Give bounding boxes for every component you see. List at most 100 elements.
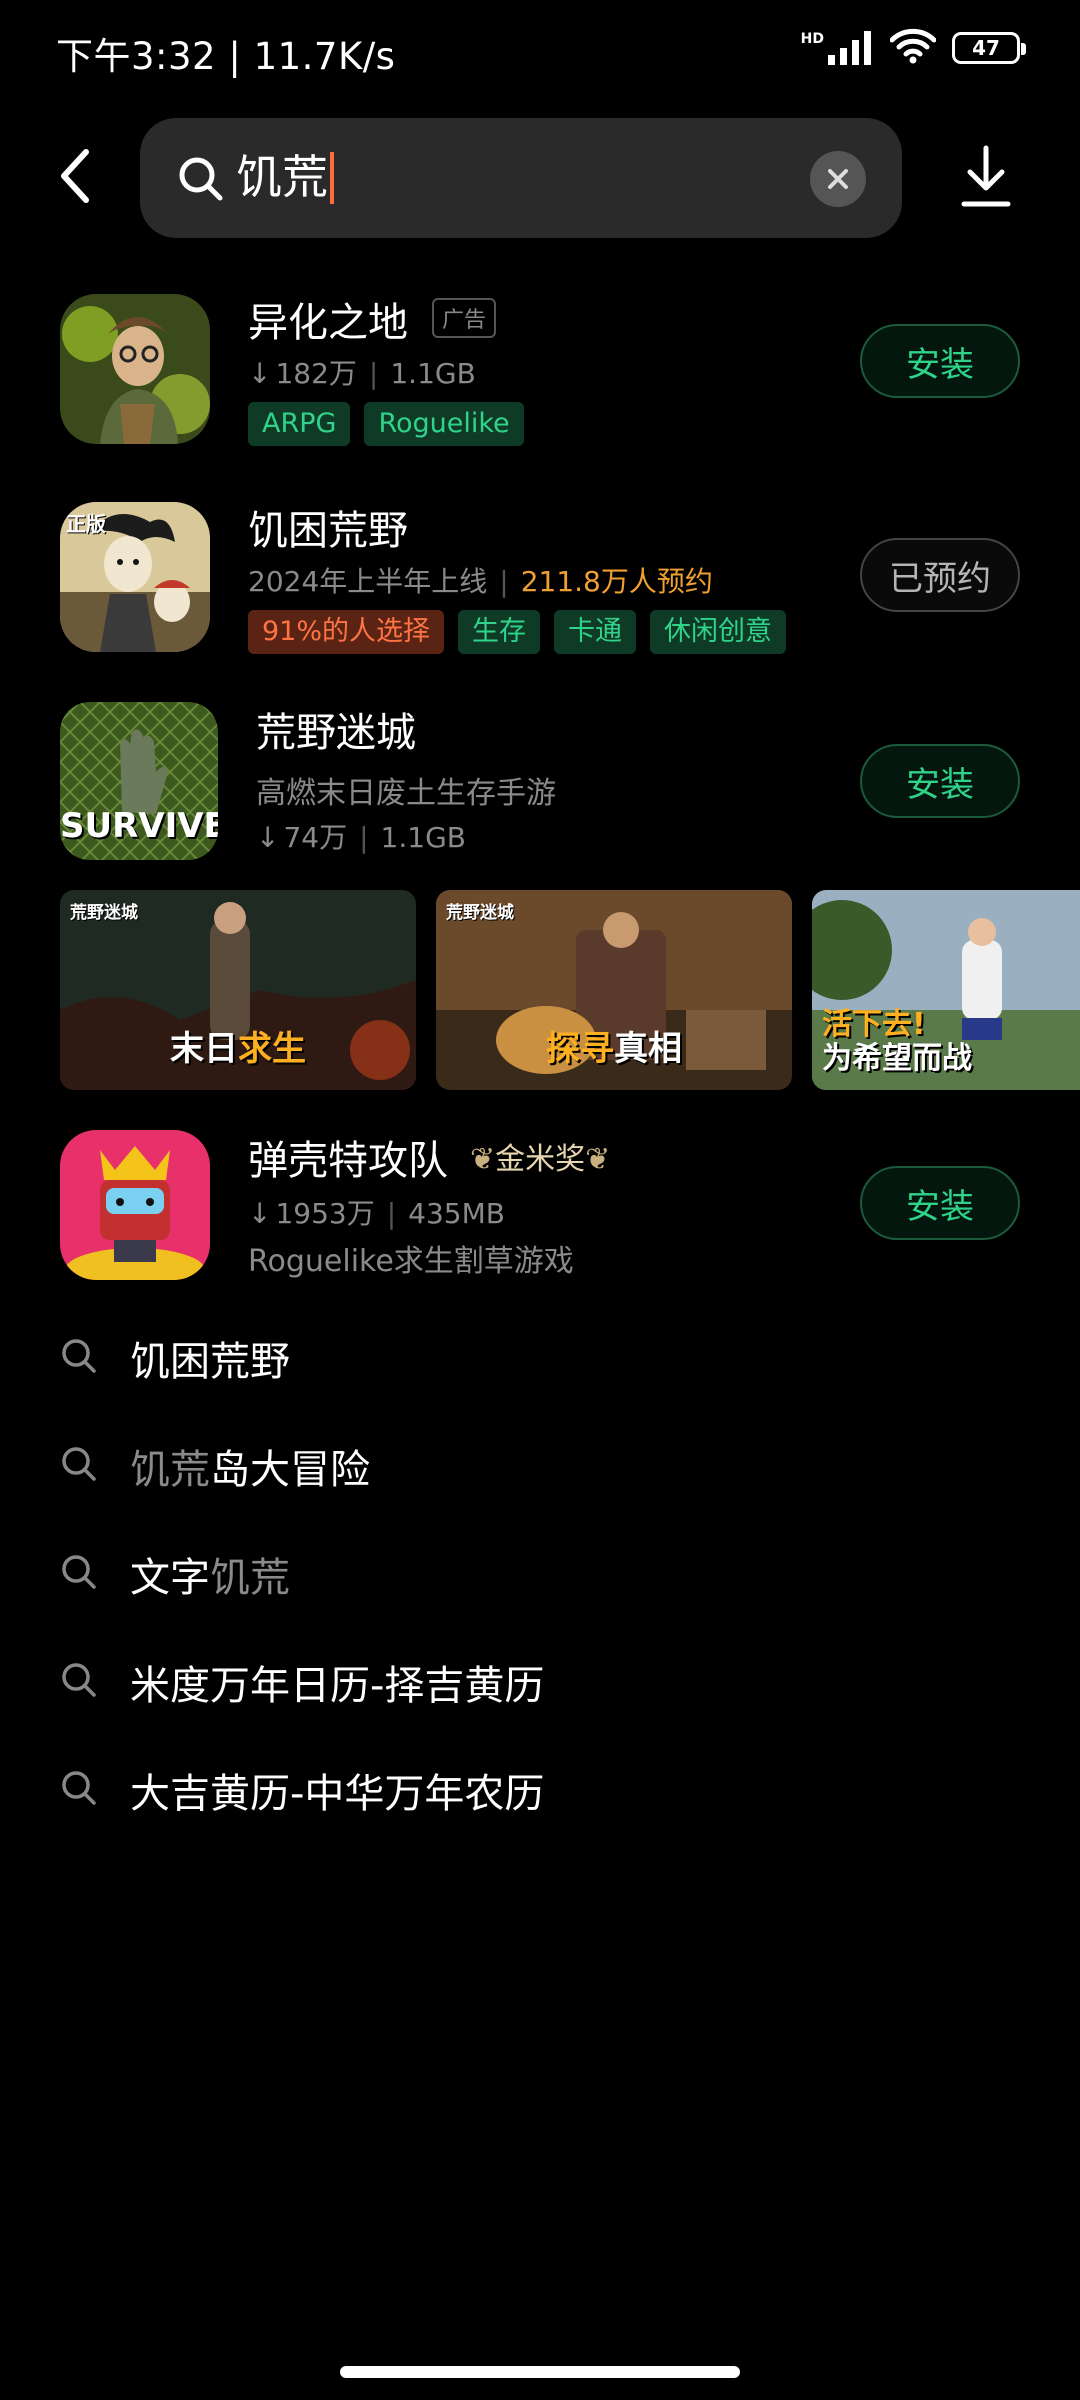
search-suggestion[interactable]: 大吉黄历-中华万年农历 — [0, 1737, 1080, 1837]
search-query: 饥荒 — [236, 146, 334, 208]
install-button[interactable]: 安装 — [860, 1166, 1020, 1240]
reserved-button[interactable]: 已预约 — [860, 538, 1020, 612]
wifi-icon — [889, 28, 937, 68]
download-count-icon: ↓ — [248, 1197, 272, 1230]
app-item[interactable]: 弹壳特攻队 ❦金米奖❦ ↓ 1953万 | 435MB Roguelike求生割草游戏… — [0, 1128, 1080, 1288]
caption-highlight: 探寻 — [546, 1029, 614, 1069]
suggestion-text: 饥荒岛大冒险 — [130, 1437, 370, 1495]
chevron-left-icon — [61, 149, 89, 203]
reservation-count: 211.8万人预约 — [520, 565, 713, 598]
suggestion-text: 米度万年日历-择吉黄历 — [130, 1663, 545, 1709]
app-size: 1.1GB — [390, 357, 476, 390]
close-icon — [828, 169, 848, 189]
status-bar: 下午3:32 | 11.7K/s HD 47 — [0, 0, 1080, 100]
screenshot-caption: 末日求生 — [60, 1021, 416, 1070]
search-suggestion[interactable]: 饥荒岛大冒险 — [0, 1413, 1080, 1513]
search-suggestion[interactable]: 文字饥荒 — [0, 1521, 1080, 1621]
suggestion-match: 饥 — [130, 1339, 170, 1385]
search-icon — [62, 1663, 96, 1697]
app-item[interactable]: SURVIVE 荒野迷城 高燃末日废土生存手游 ↓ 74万 | 1.1GB 安装 — [0, 700, 1080, 860]
suggestion-text: 饥困荒野 — [130, 1329, 290, 1387]
search-icon — [62, 1339, 96, 1373]
back-button[interactable] — [52, 146, 100, 206]
app-name: 弹壳特攻队 — [248, 1138, 448, 1184]
tag[interactable]: 卡通 — [554, 610, 637, 654]
app-size: 435MB — [408, 1197, 505, 1230]
screenshot-caption: 探寻真相 — [436, 1021, 792, 1070]
download-manager-button[interactable] — [958, 144, 1014, 210]
suggestion-prefix: 文字 — [130, 1555, 210, 1601]
app-icon: SURVIVE — [60, 702, 218, 860]
tag-list: 91%的人选择 生存 卡通 休闲创意 — [248, 610, 787, 654]
home-indicator[interactable] — [340, 2366, 740, 2378]
meta-separator: | — [499, 565, 509, 598]
award-label: 金米奖 — [495, 1142, 586, 1177]
hd-signal-icon: HD — [801, 31, 874, 65]
tag[interactable]: ARPG — [248, 402, 351, 446]
app-icon: 正版 — [60, 502, 210, 652]
app-name: 异化之地 — [248, 300, 408, 346]
laurel-right-icon: ❦ — [585, 1142, 611, 1177]
caption-part: 真相 — [614, 1029, 682, 1069]
screenshot[interactable]: 荒野迷城 探寻真相 — [436, 890, 792, 1090]
icon-text: SURVIVE — [60, 806, 218, 846]
download-count-icon: ↓ — [256, 821, 280, 854]
app-description: 高燃末日废土生存手游 — [256, 776, 556, 811]
screenshot[interactable]: 活下去! 为希望而战 — [812, 890, 1080, 1090]
screenshot-logo: 荒野迷城 — [70, 903, 138, 923]
app-meta: ↓ 182万 | 1.1GB — [248, 352, 476, 392]
app-meta: ↓ 74万 | 1.1GB — [256, 816, 466, 856]
status-icons: HD 47 — [801, 28, 1026, 68]
search-query-text: 饥荒 — [236, 150, 328, 204]
search-input[interactable]: 饥荒 — [140, 118, 902, 238]
meta-separator: | — [386, 1197, 397, 1230]
text-caret — [330, 151, 334, 204]
release-date: 2024年上半年上线 — [248, 565, 488, 598]
suggestion-text: 文字饥荒 — [130, 1545, 290, 1603]
screenshot-logo: 荒野迷城 — [446, 903, 514, 923]
download-count: 74万 — [283, 821, 348, 854]
install-button[interactable]: 安装 — [860, 744, 1020, 818]
screenshot-caption: 活下去! 为希望而战 — [812, 1008, 1080, 1076]
suggestion-rest: 困荒野 — [170, 1339, 290, 1385]
app-icon — [60, 1130, 210, 1280]
caption-highlight: 求生 — [238, 1029, 306, 1069]
suggestion-match: 饥荒 — [130, 1447, 210, 1493]
search-suggestion[interactable]: 米度万年日历-择吉黄历 — [0, 1629, 1080, 1729]
ad-badge: 广告 — [432, 298, 497, 338]
status-time-speed: 下午3:32 | 11.7K/s — [56, 35, 396, 78]
caption-highlight: 活下去! — [822, 1007, 926, 1042]
award-badge: ❦金米奖❦ — [470, 1134, 610, 1178]
search-suggestion[interactable]: 饥困荒野 — [0, 1305, 1080, 1405]
app-item[interactable]: 正版 饥困荒野 2024年上半年上线 | 211.8万人预约 91%的人选择 生存 … — [0, 498, 1080, 678]
meta-separator: | — [359, 821, 369, 854]
search-icon — [62, 1771, 96, 1805]
app-meta: 2024年上半年上线 | 211.8万人预约 — [248, 560, 713, 600]
suggestion-match: 饥荒 — [210, 1555, 290, 1601]
tag[interactable]: 生存 — [458, 610, 541, 654]
app-icon — [60, 294, 210, 444]
meta-separator: | — [368, 357, 379, 390]
battery-icon: 47 — [952, 32, 1026, 64]
search-icon — [62, 1555, 96, 1589]
app-name: 荒野迷城 — [256, 710, 416, 756]
search-icon — [179, 157, 223, 201]
screenshot-carousel[interactable]: 荒野迷城 末日求生 荒野迷城 探寻真相 活下去! 为希望而战 — [60, 890, 1080, 1090]
suggestion-text: 大吉黄历-中华万年农历 — [130, 1771, 545, 1817]
app-item[interactable]: 异化之地 广告 ↓ 182万 | 1.1GB ARPG Roguelike 安装 — [0, 290, 1080, 470]
app-name: 饥困荒野 — [248, 508, 408, 554]
install-button[interactable]: 安装 — [860, 324, 1020, 398]
caption-part: 末日 — [170, 1029, 238, 1069]
app-description: Roguelike求生割草游戏 — [248, 1244, 574, 1279]
tag[interactable]: 休闲创意 — [650, 610, 787, 654]
download-count: 1953万 — [275, 1197, 375, 1230]
laurel-left-icon: ❦ — [470, 1142, 496, 1177]
tag[interactable]: Roguelike — [364, 402, 524, 446]
search-icon — [62, 1447, 96, 1481]
app-meta: ↓ 1953万 | 435MB — [248, 1192, 505, 1232]
tag-highlight[interactable]: 91%的人选择 — [248, 610, 445, 654]
caption-part: 为希望而战 — [822, 1041, 972, 1076]
screenshot[interactable]: 荒野迷城 末日求生 — [60, 890, 416, 1090]
download-count-icon: ↓ — [248, 357, 272, 390]
clear-search-button[interactable] — [810, 151, 866, 207]
